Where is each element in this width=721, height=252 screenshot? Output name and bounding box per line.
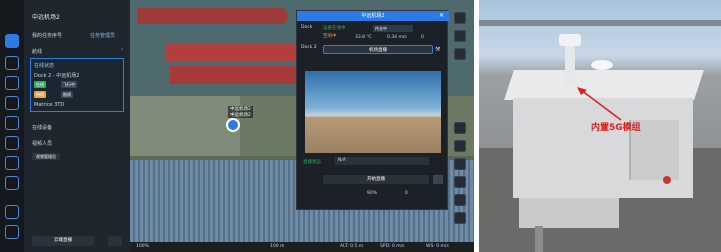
dock-panel-title: 中远机场2 [297,11,449,21]
live-status-label: 直播状态 [303,160,321,165]
zoom-level: 100% [136,244,149,249]
drone-status-badge: 待机 [34,91,46,98]
callout-arrow [577,87,622,121]
zoom-in-icon[interactable] [454,194,466,206]
expand-icon[interactable] [108,236,122,246]
cloud-live-button[interactable]: 云端直播 [32,236,94,246]
battery-value: 90% [367,191,378,196]
status-badge: 在线 [34,81,46,88]
panel-title: 中远机场2 [32,14,60,21]
settings-icon[interactable] [5,225,19,239]
map-marker-label: 中远机场2 [228,112,253,118]
zoom-out-icon[interactable] [454,212,466,224]
tool-icon[interactable]: ⚒ [435,46,440,53]
dock-panel: 中远机场2 ✕ Dock Dock 2 设备在线中 空闲中 作业中 33.8 ℃… [296,10,449,210]
dock-area [130,96,240,156]
emergency-button-icon [663,176,671,184]
drone-mode-badge: 航线 [61,91,73,98]
device-status: 设备在线中 [323,26,346,31]
dock-marker-icon[interactable] [226,118,240,132]
calendar-icon[interactable] [5,156,19,170]
fullscreen-icon[interactable] [433,175,443,184]
live-status-field[interactable]: N/A [335,157,429,165]
plan-section-label[interactable]: 航线 [32,48,42,55]
3d-icon[interactable] [454,158,466,170]
drone-name: Matrice 3TD [34,102,65,108]
search-icon[interactable] [454,12,466,24]
icon-rail [0,0,24,252]
wind-value: 0.34 m/s [387,35,407,40]
video-people-label[interactable]: 视频人员 [32,140,52,147]
app-window: 中远机场2 我的任务序号 任务管理员 航线 ⌃ 在线状态 Dock 2 - 中远… [0,0,474,252]
dock-card[interactable]: 在线状态 Dock 2 - 中远机场2 在线 飞行中 待机 航线 Matrice… [30,58,124,112]
status-card-label: 在线状态 [34,63,55,69]
layer-icon[interactable] [454,48,466,60]
signal-value: 0 [405,191,408,196]
cube-icon[interactable] [5,176,19,190]
scale-label: 100 m [270,244,285,249]
dock-base [519,198,619,228]
speed-readout: SPD: 0 m/s [380,244,405,249]
railing [479,20,721,26]
side-panel: 中远机场2 我的任务序号 任务管理员 航线 ⌃ 在线状态 Dock 2 - 中远… [24,0,130,252]
antenna-mast [565,44,575,86]
dock-live-button[interactable]: 机场直播 [323,45,433,54]
task-label: 我的任务序号 [32,33,63,39]
status-badge: 飞行中 [61,81,77,88]
online-devices-label[interactable]: 在线设备 [32,124,52,131]
idle-status: 空闲中 [323,34,337,39]
user-icon[interactable] [5,56,19,70]
rain-value: 0 [421,35,424,40]
altitude-readout: ALT: 0.5 m [340,244,364,249]
sensor-dome [591,60,613,70]
route-icon[interactable] [5,116,19,130]
media-icon[interactable] [5,136,19,150]
start-live-button[interactable]: 开始直播 [323,175,429,184]
close-icon[interactable]: ✕ [439,12,444,19]
map-status-bar: 100% 100 m ALT: 0.5 m SPD: 0 m/s WS: 0 m… [130,242,474,252]
layers-icon[interactable] [5,76,19,90]
dock-name: Dock 2 - 中远机场2 [34,73,80,79]
anemometer-icon [559,34,581,46]
callout-label: 内置5G模组 [591,123,641,133]
camera-feed [305,71,441,153]
chart-icon[interactable] [5,205,19,219]
polygon-icon[interactable] [454,122,466,134]
collapse-icon[interactable]: ⌃ [120,48,124,54]
map-icon[interactable] [5,34,19,48]
wind-readout: WS: 0 m/s [426,244,449,249]
task-manage-link[interactable]: 任务管理员 [90,32,115,39]
ruler-icon[interactable] [454,140,466,152]
temperature-value: 33.8 ℃ [355,35,372,40]
ship-shape [138,8,288,24]
dock-id: Dock 2 [301,45,317,50]
person-chip[interactable]: 视频管理员 [32,153,60,160]
dock-side-label: Dock [301,25,313,30]
ship-shape [166,44,306,62]
dock-photo: 内置5G模组 [479,0,721,252]
status-badge: 作业中 [373,25,413,32]
marker-icon[interactable] [454,30,466,42]
map-toolbar [452,10,468,246]
compass-icon[interactable] [454,176,466,188]
dock-leg [535,226,543,252]
location-icon[interactable] [5,96,19,110]
